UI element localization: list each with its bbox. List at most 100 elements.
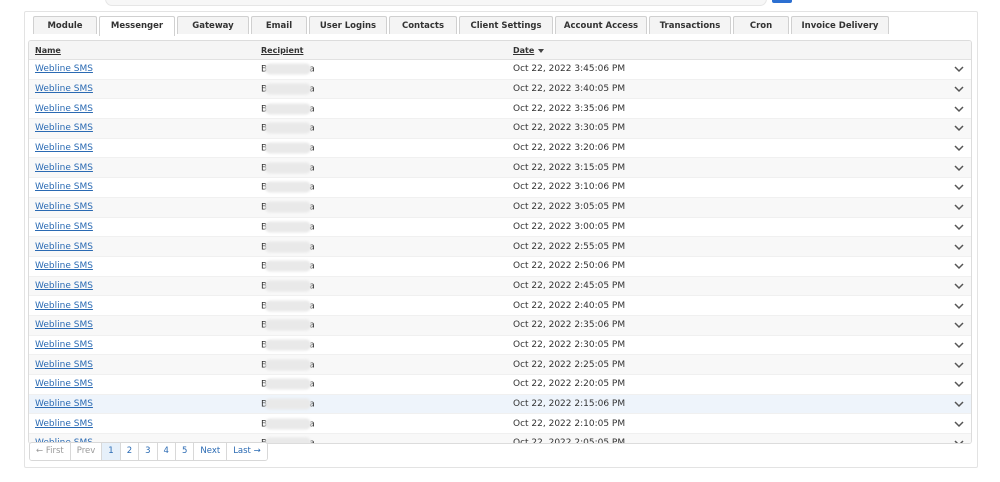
table-row[interactable]: Webline SMS Ba Oct 22, 2022 3:40:05 PM	[29, 79, 971, 100]
row-recipient: Ba	[261, 300, 315, 312]
table-row[interactable]: Webline SMS Ba Oct 22, 2022 3:35:06 PM	[29, 99, 971, 120]
column-header-date[interactable]: Date	[513, 46, 545, 55]
chevron-down-icon[interactable]	[953, 379, 965, 389]
table-row[interactable]: Webline SMS Ba Oct 22, 2022 2:20:05 PM	[29, 375, 971, 395]
row-name-link[interactable]: Webline SMS	[35, 281, 93, 291]
sort-desc-icon	[538, 48, 545, 53]
tab-client-settings[interactable]: Client Settings	[459, 16, 553, 34]
chevron-down-icon[interactable]	[953, 163, 965, 173]
table-row[interactable]: Webline SMS Ba Oct 22, 2022 2:35:06 PM	[29, 315, 971, 336]
tab-transactions[interactable]: Transactions	[649, 16, 731, 34]
chevron-down-icon[interactable]	[953, 399, 965, 409]
row-recipient: Ba	[261, 201, 315, 213]
page-5-button[interactable]: 5	[175, 443, 195, 460]
table-row[interactable]: Webline SMS Ba Oct 22, 2022 2:40:05 PM	[29, 296, 971, 316]
chevron-down-icon[interactable]	[953, 281, 965, 291]
tab-module[interactable]: Module	[33, 16, 97, 34]
chevron-down-icon[interactable]	[953, 261, 965, 271]
row-date: Oct 22, 2022 2:05:05 PM	[513, 438, 626, 444]
chevron-down-icon[interactable]	[953, 360, 965, 370]
row-name-link[interactable]: Webline SMS	[35, 340, 93, 350]
chevron-down-icon[interactable]	[953, 123, 965, 133]
top-search-bar[interactable]	[105, 0, 767, 6]
page-first-button[interactable]: ← First	[30, 443, 71, 460]
table-row[interactable]: Webline SMS Ba Oct 22, 2022 3:45:06 PM	[29, 60, 971, 80]
tab-cron[interactable]: Cron	[733, 16, 789, 34]
chevron-down-icon[interactable]	[953, 301, 965, 311]
row-name-link[interactable]: Webline SMS	[35, 419, 93, 429]
tab-account-access[interactable]: Account Access	[555, 16, 647, 34]
chevron-down-icon[interactable]	[953, 104, 965, 114]
row-recipient: Ba	[261, 437, 315, 443]
row-name-link[interactable]: Webline SMS	[35, 123, 93, 133]
redaction-blur	[265, 221, 312, 233]
tab-invoice-delivery[interactable]: Invoice Delivery	[791, 16, 889, 34]
row-recipient: Ba	[261, 122, 315, 134]
row-name-link[interactable]: Webline SMS	[35, 379, 93, 389]
table-row[interactable]: Webline SMS Ba Oct 22, 2022 3:20:06 PM	[29, 139, 971, 159]
row-name-link[interactable]: Webline SMS	[35, 301, 93, 311]
table-row[interactable]: Webline SMS Ba Oct 22, 2022 2:45:05 PM	[29, 276, 971, 297]
tab-contacts[interactable]: Contacts	[389, 16, 457, 34]
table-row[interactable]: Webline SMS Ba Oct 22, 2022 3:00:05 PM	[29, 218, 971, 238]
page-next-button[interactable]: Next	[194, 443, 228, 460]
redaction-blur	[265, 201, 312, 213]
table-row[interactable]: Webline SMS Ba Oct 22, 2022 3:30:05 PM	[29, 119, 971, 139]
table-row[interactable]: Webline SMS Ba Oct 22, 2022 3:10:06 PM	[29, 178, 971, 198]
chevron-down-icon[interactable]	[953, 242, 965, 252]
row-name-link[interactable]: Webline SMS	[35, 399, 93, 409]
page-2-button[interactable]: 2	[120, 443, 140, 460]
redaction-blur	[265, 181, 312, 193]
redaction-blur	[265, 162, 312, 174]
chevron-down-icon[interactable]	[953, 438, 965, 444]
tab-user-logins[interactable]: User Logins	[309, 16, 387, 34]
chevron-down-icon[interactable]	[953, 143, 965, 153]
row-name-link[interactable]: Webline SMS	[35, 242, 93, 252]
table-row[interactable]: Webline SMS Ba Oct 22, 2022 2:10:05 PM	[29, 414, 971, 435]
row-name-link[interactable]: Webline SMS	[35, 261, 93, 271]
chevron-down-icon[interactable]	[953, 340, 965, 350]
row-name-link[interactable]: Webline SMS	[35, 84, 93, 94]
chevron-down-icon[interactable]	[953, 84, 965, 94]
row-date: Oct 22, 2022 3:05:05 PM	[513, 202, 626, 213]
table-row[interactable]: Webline SMS Ba Oct 22, 2022 3:05:05 PM	[29, 197, 971, 218]
row-name-link[interactable]: Webline SMS	[35, 163, 93, 173]
page-prev-button[interactable]: Prev	[70, 443, 103, 460]
page-last-button[interactable]: Last →	[227, 443, 267, 460]
row-name-link[interactable]: Webline SMS	[35, 64, 93, 74]
table-row[interactable]: Webline SMS Ba Oct 22, 2022 2:55:05 PM	[29, 237, 971, 257]
chevron-down-icon[interactable]	[953, 419, 965, 429]
row-date: Oct 22, 2022 3:20:06 PM	[513, 143, 626, 154]
page-3-button[interactable]: 3	[139, 443, 158, 460]
row-name-link[interactable]: Webline SMS	[35, 320, 93, 330]
row-name-link[interactable]: Webline SMS	[35, 360, 93, 370]
chevron-down-icon[interactable]	[953, 202, 965, 212]
tab-gateway[interactable]: Gateway	[177, 16, 249, 34]
chevron-down-icon[interactable]	[953, 222, 965, 232]
row-name-link[interactable]: Webline SMS	[35, 104, 93, 114]
redaction-blur	[265, 63, 312, 75]
page-1-button[interactable]: 1	[102, 443, 121, 460]
table-row[interactable]: Webline SMS Ba Oct 22, 2022 3:15:05 PM	[29, 158, 971, 179]
row-name-link[interactable]: Webline SMS	[35, 182, 93, 192]
redaction-blur	[265, 300, 312, 312]
page-4-button[interactable]: 4	[157, 443, 176, 460]
row-name-link[interactable]: Webline SMS	[35, 143, 93, 153]
table-row[interactable]: Webline SMS Ba Oct 22, 2022 2:15:06 PM	[29, 394, 971, 415]
row-name-link[interactable]: Webline SMS	[35, 222, 93, 232]
tab-messenger[interactable]: Messenger	[99, 16, 175, 36]
chevron-down-icon[interactable]	[953, 64, 965, 74]
table-row[interactable]: Webline SMS Ba Oct 22, 2022 2:25:05 PM	[29, 355, 971, 375]
table-row[interactable]: Webline SMS Ba Oct 22, 2022 2:50:06 PM	[29, 257, 971, 277]
chevron-down-icon[interactable]	[953, 182, 965, 192]
table-row[interactable]: Webline SMS Ba Oct 22, 2022 2:30:05 PM	[29, 336, 971, 356]
column-header-name[interactable]: Name	[35, 46, 61, 55]
row-recipient: Ba	[261, 260, 315, 272]
column-header-recipient[interactable]: Recipient	[261, 46, 303, 55]
message-log-table: Name Recipient Date Webline SMS Ba Oct 22,…	[28, 40, 972, 444]
redaction-blur	[265, 378, 312, 390]
row-name-link[interactable]: Webline SMS	[35, 202, 93, 212]
redaction-blur	[265, 142, 312, 154]
chevron-down-icon[interactable]	[953, 320, 965, 330]
tab-email[interactable]: Email	[251, 16, 307, 34]
